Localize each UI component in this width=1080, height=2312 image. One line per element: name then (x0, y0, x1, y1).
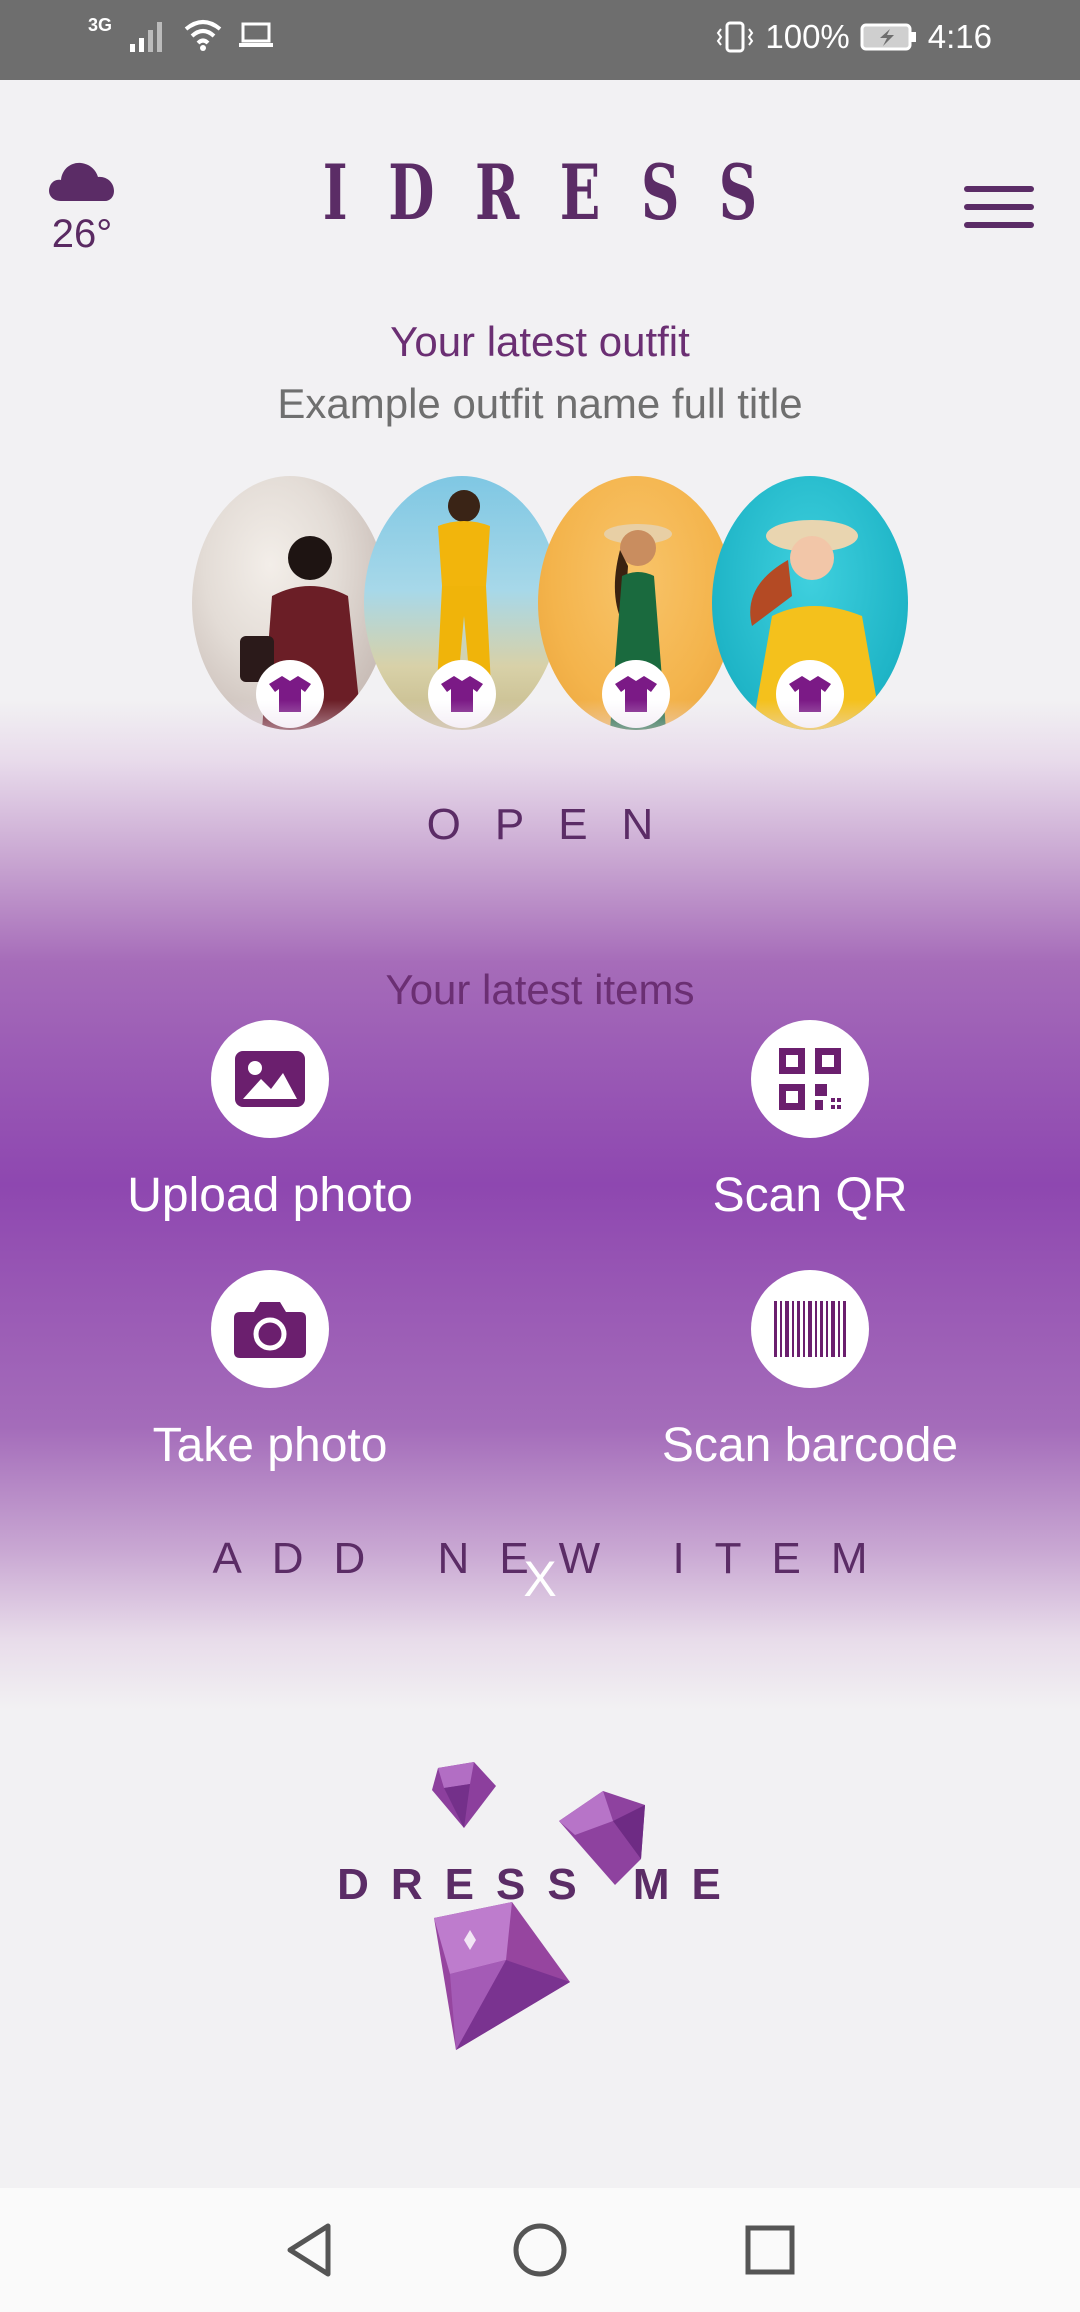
upload-photo-button[interactable]: Upload photo (40, 1020, 500, 1223)
status-left: 3G (88, 14, 274, 52)
recents-square-icon[interactable] (740, 2220, 800, 2280)
outfit-photo[interactable] (712, 476, 908, 730)
outfit-photos[interactable] (192, 476, 908, 730)
dress-me-logo: DRESS ME (300, 1755, 780, 2055)
scan-qr-circle (751, 1020, 869, 1138)
app-title: IDRESS (322, 148, 798, 237)
take-photo-circle (211, 1270, 329, 1388)
temperature: 26° (51, 212, 113, 256)
status-right: 100% 4:16 (715, 18, 992, 56)
gem-icon (432, 1762, 496, 1828)
wifi-icon (184, 20, 222, 51)
scan-barcode-label: Scan barcode (661, 1419, 959, 1472)
navigation-bar (0, 2188, 1080, 2312)
gem-icon (434, 1902, 570, 2050)
scan-barcode-circle (751, 1270, 869, 1388)
qr-code-icon (779, 1048, 841, 1110)
battery-charging-icon (860, 23, 916, 51)
take-photo-button[interactable]: Take photo (40, 1270, 500, 1473)
outfit-name: Example outfit name full title (277, 380, 803, 427)
latest-items-title: Your latest items (385, 966, 695, 1013)
scan-barcode-button[interactable]: Scan barcode (580, 1270, 1040, 1473)
battery-percent: 100% (765, 18, 850, 55)
clock: 4:16 (927, 18, 992, 55)
close-button[interactable]: X (518, 1550, 562, 1608)
cloud-icon (49, 162, 114, 201)
latest-outfit-title: Your latest outfit (390, 318, 690, 365)
scan-qr-label: Scan QR (712, 1169, 908, 1222)
network-type: 3G (88, 14, 113, 35)
status-bar: 3G 100% 4:16 (0, 0, 1080, 80)
scan-qr-button[interactable]: Scan QR (580, 1020, 1040, 1223)
upload-photo-label: Upload photo (127, 1169, 413, 1222)
barcode-icon (774, 1301, 846, 1357)
open-button[interactable]: OPEN (0, 800, 1080, 850)
take-photo-label: Take photo (152, 1419, 388, 1472)
weather-widget[interactable]: 26° (46, 155, 118, 257)
vibrate-icon (717, 21, 754, 53)
upload-photo-circle (211, 1020, 329, 1138)
laptop-icon (239, 22, 274, 47)
image-icon (235, 1051, 305, 1107)
camera-icon (234, 1302, 306, 1358)
back-triangle-icon[interactable] (280, 2220, 340, 2280)
home-circle-icon[interactable] (510, 2220, 570, 2280)
outfit-photo[interactable] (538, 476, 734, 730)
outfit-photo[interactable] (364, 476, 560, 730)
hamburger-menu-icon[interactable] (964, 186, 1034, 236)
signal-icon (130, 22, 163, 52)
outfit-photo[interactable] (192, 476, 388, 730)
screen: 3G 100% 4:16 26° IDRESS Your latest outf… (0, 0, 1080, 2312)
